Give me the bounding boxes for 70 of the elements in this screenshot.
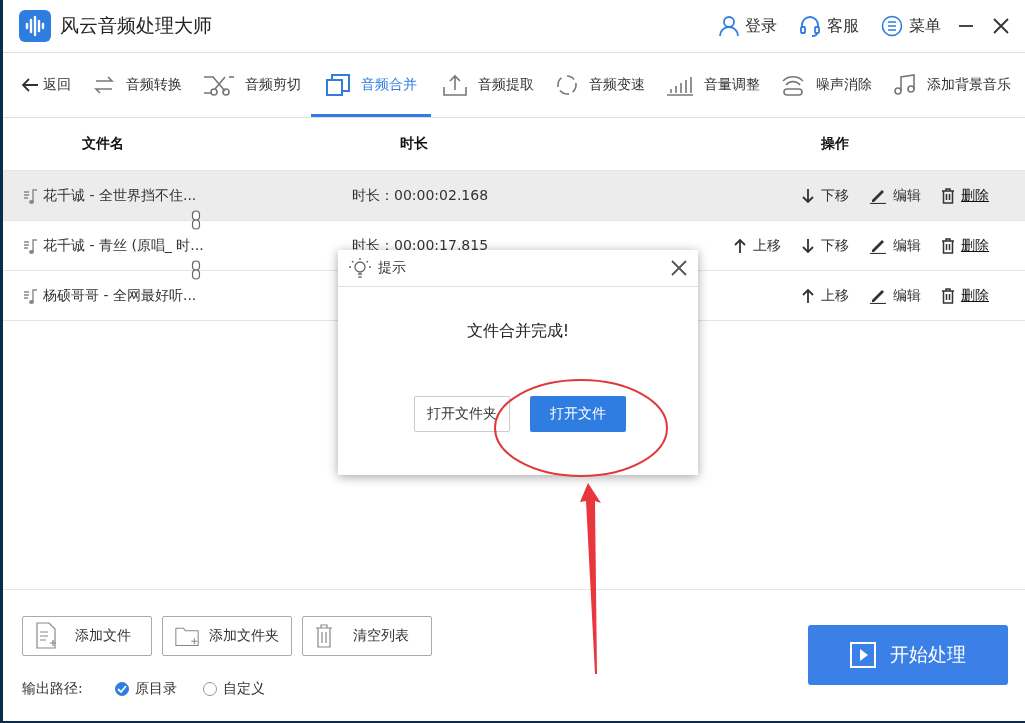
toolbar-button[interactable]: 清空列表: [302, 616, 432, 656]
up-arrow-icon: [733, 237, 747, 254]
edit-button[interactable]: 编辑: [869, 186, 921, 205]
scissors-icon: [202, 73, 235, 97]
tool-tab[interactable]: 音量调整: [655, 53, 770, 117]
edit-button[interactable]: 编辑: [869, 236, 921, 255]
column-header: 操作: [821, 135, 850, 153]
open-file-button[interactable]: 打开文件: [530, 396, 626, 432]
delete-link[interactable]: 删除: [941, 236, 989, 255]
upload-tray-icon: [442, 73, 468, 97]
pencil-icon: [869, 287, 887, 304]
start-button[interactable]: 开始处理: [808, 625, 1008, 685]
document-icon: [35, 622, 57, 650]
toolbar-button[interactable]: 添加文件夹: [162, 616, 292, 656]
back-arrow-icon: [21, 77, 39, 93]
tool-tab[interactable]: 添加背景音乐: [883, 53, 1021, 117]
header-action-button[interactable]: 客服: [799, 15, 859, 37]
file-name: 杨硕哥哥 - 全网最好听...: [43, 286, 197, 305]
headset-icon: [799, 15, 821, 37]
trash-icon: [941, 237, 955, 254]
trash-icon: [941, 287, 955, 304]
down-arrow-icon: [801, 237, 815, 254]
tool-tab[interactable]: 噪声消除: [770, 53, 883, 117]
merge-squares-icon: [325, 73, 352, 97]
back-button[interactable]: 返回: [11, 53, 81, 117]
edit-button[interactable]: 编辑: [869, 286, 921, 305]
music-file-icon: [23, 236, 39, 255]
lightbulb-icon: [348, 256, 372, 280]
column-header: 时长: [399, 135, 428, 153]
music-file-icon: [23, 186, 39, 205]
file-name: 花千诚 - 青丝 (原唱_ 时...: [43, 236, 204, 255]
app-title: 风云音频处理大师: [60, 13, 213, 38]
user-icon: [719, 15, 739, 37]
pencil-icon: [869, 187, 887, 204]
output-path-label: 输出路径:: [22, 680, 83, 698]
file-duration: 时长：00:00:02.168: [352, 186, 489, 205]
music-file-icon: [23, 286, 39, 305]
toolbar-button[interactable]: 添加文件: [22, 616, 152, 656]
up-arrow-icon: [801, 287, 815, 304]
move-up-button[interactable]: 上移: [733, 236, 781, 255]
close-icon: [991, 16, 1011, 36]
move-down-button[interactable]: 下移: [801, 236, 849, 255]
tool-tab[interactable]: 音频变速: [544, 53, 655, 117]
trash-icon: [315, 624, 333, 648]
dialog-title: 提示: [378, 259, 407, 277]
column-header: 文件名: [82, 135, 124, 153]
header-action-button[interactable]: 菜单: [881, 15, 941, 37]
file-name: 花千诚 - 全世界挡不住...: [43, 186, 197, 205]
radio-option[interactable]: 自定义: [202, 680, 265, 698]
play-icon: [850, 642, 876, 668]
move-up-button[interactable]: 上移: [801, 286, 849, 305]
tool-tab[interactable]: 音频提取: [432, 53, 544, 117]
tool-tab[interactable]: 音频剪切: [192, 53, 311, 117]
minimize-icon: [959, 25, 973, 27]
close-icon: [670, 259, 688, 277]
tool-tab[interactable]: 音频转换: [81, 53, 192, 117]
radio-option[interactable]: 原目录: [114, 680, 177, 698]
delete-link[interactable]: 删除: [941, 186, 989, 205]
pencil-icon: [869, 237, 887, 254]
tool-tab[interactable]: 音频合并: [311, 53, 432, 117]
music-note-icon: [893, 73, 917, 97]
radio-button[interactable]: [114, 682, 129, 696]
open-folder-button[interactable]: 打开文件夹: [414, 396, 510, 432]
move-down-button[interactable]: 下移: [801, 186, 849, 205]
delete-link[interactable]: 删除: [941, 286, 989, 305]
dialog-message: 文件合并完成!: [465, 321, 571, 342]
menu-list-icon: [881, 15, 903, 37]
down-arrow-icon: [801, 187, 815, 204]
header-action-button[interactable]: 登录: [719, 15, 777, 37]
trash-icon: [941, 187, 955, 204]
